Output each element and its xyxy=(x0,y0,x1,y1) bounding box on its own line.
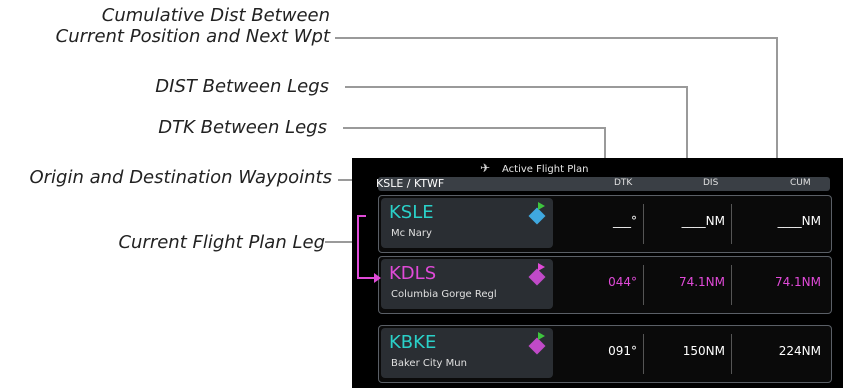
airport-diamond-icon xyxy=(528,337,546,355)
callout-cumulative: Cumulative Dist Between Current Position… xyxy=(55,5,330,47)
waypoint-name: Columbia Gorge Regl xyxy=(391,289,497,300)
dtk-value: 044° xyxy=(608,275,637,289)
airport-diamond-icon xyxy=(528,268,546,286)
waypoint-id: KSLE xyxy=(389,202,434,223)
waypoint-name: Mc Nary xyxy=(391,228,432,239)
route-label: KSLE / KTWF xyxy=(376,177,445,190)
flight-plan-row[interactable]: KSLE Mc Nary ___° ____NM ____NM xyxy=(378,195,832,253)
callout-dist: DIST Between Legs xyxy=(155,76,329,97)
cum-value: 74.1NM xyxy=(774,275,821,289)
leader-cum xyxy=(335,37,778,172)
column-cum: CUM xyxy=(790,178,811,188)
flight-plan-row[interactable]: KDLS Columbia Gorge Regl 044° 74.1NM 74.… xyxy=(378,256,832,314)
waypoint-id: KBKE xyxy=(389,332,437,353)
waypoint-button[interactable]: KDLS Columbia Gorge Regl xyxy=(381,259,553,309)
flag-icon xyxy=(538,202,545,210)
callout-origin-dest: Origin and Destination Waypoints xyxy=(29,167,332,188)
waypoint-name: Baker City Mun xyxy=(391,358,467,369)
flight-plan-row[interactable]: KBKE Baker City Mun 091° 150NM 224NM xyxy=(378,325,832,383)
dis-value: ____NM xyxy=(681,214,725,228)
dtk-value: 091° xyxy=(608,344,637,358)
separator xyxy=(731,204,732,244)
flag-icon xyxy=(538,332,545,340)
waypoint-id: KDLS xyxy=(389,263,437,284)
callout-dtk: DTK Between Legs xyxy=(158,117,327,138)
separator xyxy=(731,334,732,374)
column-dtk: DTK xyxy=(614,178,633,188)
dtk-value: ___° xyxy=(613,214,637,228)
column-header: KSLE / KTWF DTK DIS CUM xyxy=(376,177,830,191)
airplane-icon: ✈ xyxy=(480,161,491,175)
waypoint-button[interactable]: KSLE Mc Nary xyxy=(381,198,553,248)
separator xyxy=(643,204,644,244)
dis-value: 150NM xyxy=(682,344,725,358)
screen-title: Active Flight Plan xyxy=(502,164,589,175)
column-dis: DIS xyxy=(703,178,719,188)
separator xyxy=(643,265,644,305)
callout-current-leg: Current Flight Plan Leg xyxy=(118,232,325,253)
dis-value: 74.1NM xyxy=(678,275,725,289)
separator xyxy=(731,265,732,305)
cum-value: ____NM xyxy=(777,214,821,228)
waypoint-button[interactable]: KBKE Baker City Mun xyxy=(381,328,553,378)
airport-diamond-icon xyxy=(528,207,546,225)
flight-plan-screen: ✈ Active Flight Plan KSLE / KTWF DTK DIS… xyxy=(352,158,843,388)
cum-value: 224NM xyxy=(778,344,821,358)
flag-icon xyxy=(538,263,545,271)
separator xyxy=(643,334,644,374)
